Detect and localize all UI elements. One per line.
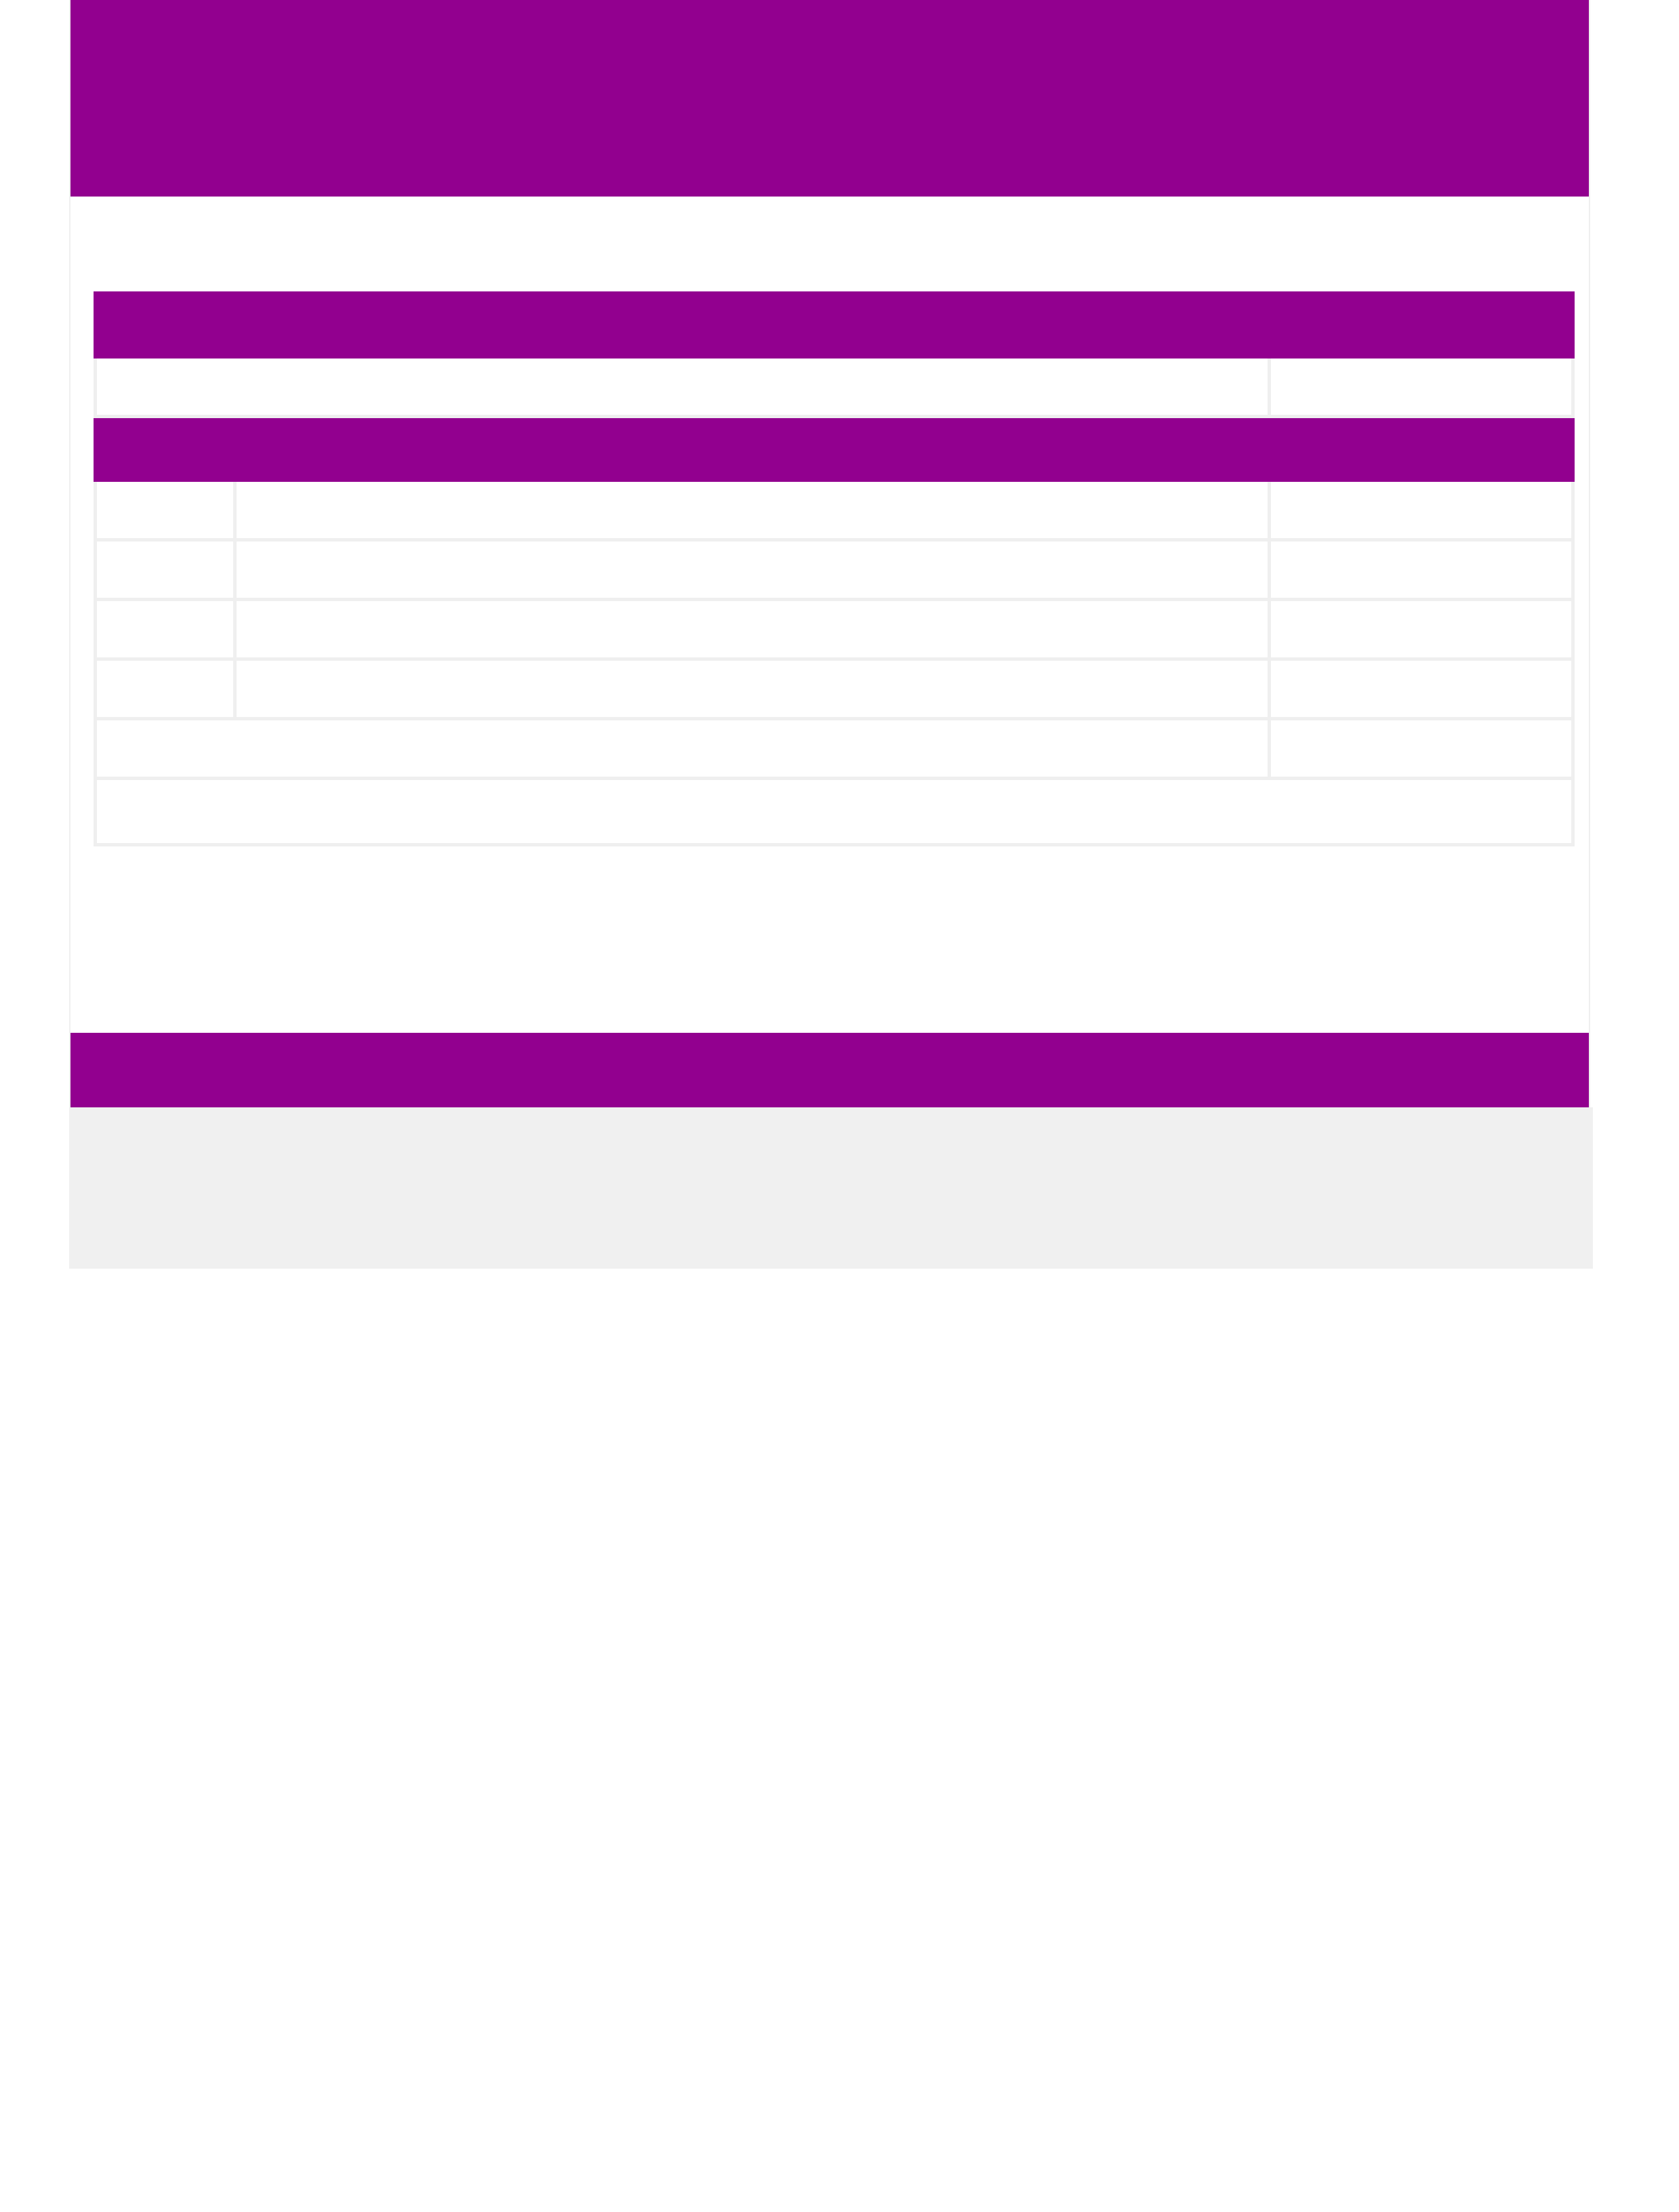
item-product: [233, 478, 1271, 541]
item-product: [233, 598, 1271, 661]
order-note: [93, 777, 1575, 846]
note-row: [93, 777, 1575, 846]
item-quantity: [94, 657, 237, 720]
table-row: [94, 598, 1575, 661]
total-value: [1267, 717, 1575, 780]
table-row: [94, 538, 1575, 601]
items-section-header: [93, 415, 1575, 482]
item-quantity: [94, 478, 237, 541]
table-row: [94, 657, 1575, 720]
item-product: [233, 538, 1271, 601]
order-table: [93, 291, 1575, 846]
email-container: [69, 0, 1593, 1269]
item-price: [1267, 657, 1575, 720]
total-label: [94, 717, 1271, 780]
items-section-title: [93, 415, 1575, 482]
total-row: [94, 717, 1575, 780]
footer-area: [69, 1107, 1593, 1269]
order-section-title: [93, 291, 1575, 359]
footer-bar: [70, 1033, 1589, 1107]
table-row: [94, 478, 1575, 541]
item-price: [1267, 538, 1575, 601]
order-info-left: [94, 355, 1271, 418]
email-header: [70, 0, 1589, 197]
item-price: [1267, 598, 1575, 661]
item-product: [233, 657, 1271, 720]
order-section-header: [93, 291, 1575, 359]
item-quantity: [94, 538, 237, 601]
item-quantity: [94, 598, 237, 661]
order-info-row: [94, 355, 1575, 418]
item-price: [1267, 478, 1575, 541]
order-info-right: [1267, 355, 1575, 418]
